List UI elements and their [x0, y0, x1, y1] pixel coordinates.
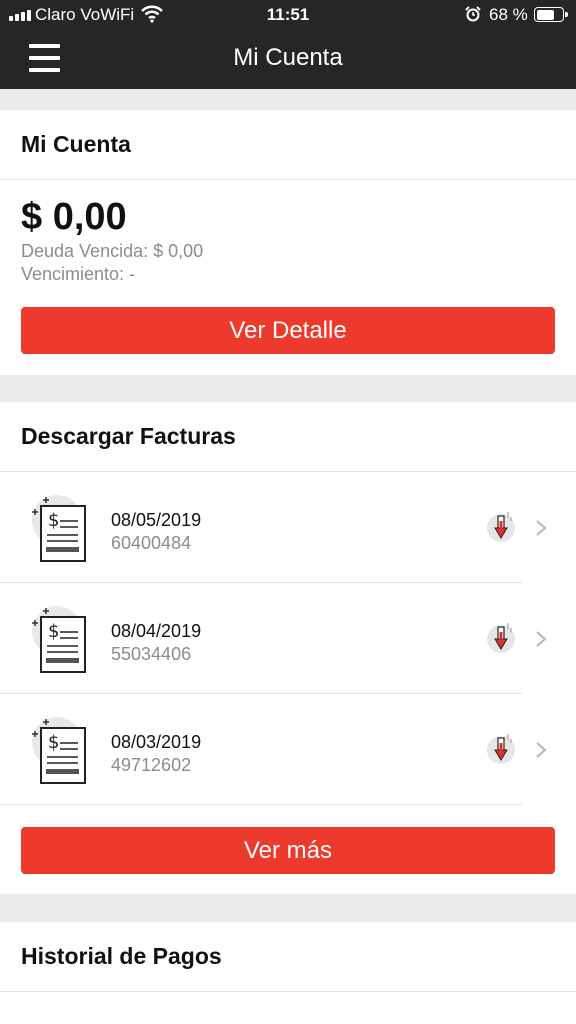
invoice-number: 55034406 — [111, 644, 192, 664]
invoice-document-icon: $ — [32, 606, 86, 673]
svg-text:$: $ — [48, 732, 59, 753]
due-date: Vencimiento: - — [21, 264, 136, 284]
invoice-number: 60400484 — [111, 533, 192, 553]
invoice-row[interactable]: $ 08/04/2019 55034406 — [0, 583, 576, 694]
chevron-right-icon — [536, 742, 547, 758]
download-icon[interactable] — [485, 730, 517, 766]
account-card-title: Mi Cuenta — [0, 110, 576, 180]
battery-percent: 68 % — [489, 5, 528, 24]
invoice-row[interactable]: $ 08/03/2019 49712602 — [0, 694, 576, 805]
chevron-right-icon — [536, 631, 547, 647]
invoice-date: 08/05/2019 — [111, 510, 202, 530]
download-icon[interactable] — [485, 508, 517, 544]
alarm-icon — [465, 6, 481, 22]
invoice-document-icon: $ — [32, 495, 86, 562]
balance-amount: $ 0,00 — [21, 196, 127, 238]
page-title: Mi Cuenta — [233, 44, 343, 71]
chevron-right-icon — [536, 520, 547, 536]
overdue-debt: Deuda Vencida: $ 0,00 — [21, 241, 204, 261]
invoice-row[interactable]: $ 08/05/2019 60400484 — [0, 472, 576, 583]
account-card: Mi Cuenta $ 0,00 Deuda Vencida: $ 0,00 V… — [0, 110, 576, 375]
invoices-card: Descargar Facturas $ 08/05/2019 60400484 — [0, 402, 576, 894]
row-divider — [0, 804, 522, 805]
view-more-button[interactable]: Ver más — [21, 827, 555, 874]
status-bar: Claro VoWiFi 11:51 68 % — [0, 0, 576, 30]
battery-icon — [534, 7, 568, 22]
view-detail-button[interactable]: Ver Detalle — [21, 307, 555, 354]
payment-history-title: Historial de Pagos — [0, 922, 576, 992]
invoice-number: 49712602 — [111, 755, 192, 775]
payment-history-card: Historial de Pagos — [0, 922, 576, 1024]
invoices-card-title: Descargar Facturas — [0, 402, 576, 472]
invoice-date: 08/03/2019 — [111, 732, 202, 752]
svg-text:$: $ — [48, 621, 59, 642]
invoice-document-icon: $ — [32, 717, 86, 784]
svg-text:$: $ — [48, 510, 59, 531]
invoice-date: 08/04/2019 — [111, 621, 202, 641]
download-icon[interactable] — [485, 619, 517, 655]
top-bar: Claro VoWiFi 11:51 68 % Mi Cuenta — [0, 0, 576, 89]
